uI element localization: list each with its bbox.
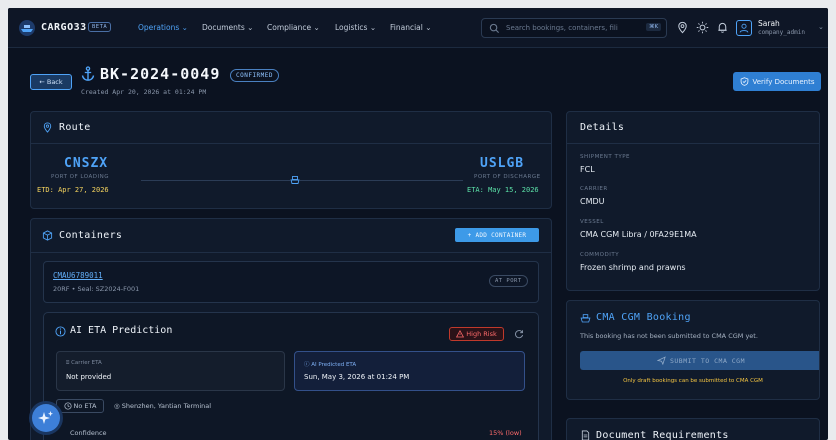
container-meta: 20RF • Seal: SZ2024-F001 [53, 285, 140, 293]
ai-assistant-button[interactable] [32, 404, 60, 432]
document-requirements-title: Document Requirements [596, 430, 729, 440]
clock-icon [63, 402, 72, 410]
cma-booking-title: CMA CGM Booking [596, 312, 691, 323]
ai-predicted-eta-value: Sun, May 3, 2026 at 01:24 PM [304, 373, 410, 381]
search-input[interactable]: Search bookings, containers, fili ⌘K [481, 18, 667, 38]
vessel-label: VESSEL [580, 219, 604, 225]
ai-eta-title: AI ETA Prediction [70, 325, 173, 336]
shield-check-icon [740, 77, 748, 86]
location-pin-icon [43, 122, 52, 133]
commodity-value: Frozen shrimp and prawns [580, 263, 686, 272]
verify-documents-button[interactable]: Verify Documents [733, 72, 821, 91]
status-badge: CONFIRMED [230, 69, 280, 82]
high-risk-badge: High Risk [449, 327, 504, 341]
app-window: CARGO33 BETA Operations ⌄ Documents ⌄ Co… [8, 8, 828, 440]
carrier-label: CARRIER [580, 186, 608, 192]
menu-documents[interactable]: Documents ⌄ [202, 23, 253, 32]
shipment-type-label: SHIPMENT TYPE [580, 154, 631, 160]
etd-date: ETD: Apr 27, 2026 [37, 186, 109, 194]
top-nav: CARGO33 BETA Operations ⌄ Documents ⌄ Co… [8, 8, 828, 48]
commodity-label: COMMODITY [580, 252, 620, 258]
anchor-icon [81, 66, 95, 81]
ai-eta-panel: AI ETA Prediction High Risk ⌸ Carrier ET… [43, 312, 539, 440]
carrier-eta-value: Not provided [66, 373, 112, 381]
ai-predicted-eta-card: ⓘ AI Predicted ETA Sun, May 3, 2026 at 0… [294, 351, 525, 391]
send-icon [656, 356, 666, 365]
container-row[interactable]: CMAU6789011 20RF • Seal: SZ2024-F001 AT … [43, 261, 539, 303]
warning-icon [456, 330, 465, 338]
carrier-value: CMDU [580, 197, 605, 206]
shipment-type-value: FCL [580, 165, 595, 174]
user-name: Sarah [758, 19, 780, 28]
search-placeholder: Search bookings, containers, fili [506, 24, 618, 32]
page-title: BK-2024-0049 [100, 65, 221, 83]
container-icon [42, 230, 53, 241]
confidence-label: Confidence [70, 429, 107, 437]
route-line [141, 180, 463, 181]
origin-port-label: PORT OF LOADING [51, 174, 110, 180]
cma-booking-note: This booking has not been submitted to C… [580, 332, 758, 340]
menu-financial[interactable]: Financial ⌄ [390, 23, 432, 32]
confidence-value: 15% (low) [489, 429, 522, 437]
location-icon[interactable] [676, 21, 689, 34]
document-icon [581, 430, 590, 440]
add-container-button[interactable]: + ADD CONTAINER [455, 228, 539, 242]
destination-port-code: USLGB [480, 156, 525, 171]
divider [567, 143, 819, 144]
bell-icon[interactable] [716, 21, 729, 34]
carrier-eta-label: ⌸ Carrier ETA [66, 360, 102, 366]
route-card: Route CNSZX PORT OF LOADING ETD: Apr 27,… [30, 111, 552, 209]
menu-operations[interactable]: Operations ⌄ [138, 23, 188, 32]
user-menu[interactable]: Sarah company_admin ⌄ [734, 18, 824, 40]
chevron-down-icon: ⌄ [818, 23, 824, 31]
back-button[interactable]: ← Back [30, 74, 72, 90]
divider [31, 143, 551, 144]
eta-date: ETA: May 15, 2026 [467, 186, 539, 194]
divider [31, 252, 551, 253]
high-risk-label: High Risk [466, 330, 497, 338]
carrier-eta-card: ⌸ Carrier ETA Not provided [56, 351, 285, 391]
vessel-value: CMA CGM Libra / 0FA29E1MA [580, 230, 697, 239]
container-status-badge: AT PORT [489, 275, 528, 287]
terminal-location: ◎ Shenzhen, Yantian Terminal [114, 402, 212, 410]
beta-badge: BETA [88, 22, 112, 32]
user-avatar-icon [736, 20, 752, 36]
container-id-link[interactable]: CMAU6789011 [53, 271, 103, 280]
verify-documents-label: Verify Documents [752, 77, 815, 86]
sparkles-icon [38, 411, 53, 424]
origin-port-code: CNSZX [64, 156, 109, 171]
details-card: Details SHIPMENT TYPE FCL CARRIER CMDU V… [566, 111, 820, 291]
no-eta-label: No ETA [73, 402, 97, 410]
submit-to-cma-label: SUBMIT TO CMA CGM [669, 356, 746, 365]
containers-title: Containers [59, 230, 123, 241]
sun-icon[interactable] [696, 21, 709, 34]
ship-icon [290, 175, 300, 185]
ai-predicted-eta-label: ⓘ AI Predicted ETA [304, 362, 357, 368]
menu-compliance[interactable]: Compliance ⌄ [267, 23, 320, 32]
route-title: Route [59, 122, 91, 133]
menu-logistics[interactable]: Logistics ⌄ [335, 23, 376, 32]
submit-to-cma-button[interactable]: SUBMIT TO CMA CGM [580, 351, 819, 370]
cargo-logo-icon[interactable] [18, 19, 36, 37]
ship-icon [580, 314, 591, 323]
search-shortcut: ⌘K [646, 23, 662, 31]
cma-booking-card: CMA CGM Booking This booking has not bee… [566, 300, 820, 400]
cma-warning: Only draft bookings can be submitted to … [623, 378, 763, 384]
created-timestamp: Created Apr 20, 2026 at 01:24 PM [81, 88, 207, 96]
no-eta-badge: No ETA [56, 399, 104, 413]
search-icon [489, 23, 500, 34]
destination-port-label: PORT OF DISCHARGE [474, 174, 541, 180]
brand-name[interactable]: CARGO33 [41, 22, 87, 33]
document-requirements-card: Document Requirements [566, 418, 820, 440]
ai-info-icon [55, 326, 66, 337]
user-role: company_admin [758, 29, 805, 36]
refresh-icon[interactable] [514, 329, 524, 339]
details-title: Details [580, 122, 625, 133]
